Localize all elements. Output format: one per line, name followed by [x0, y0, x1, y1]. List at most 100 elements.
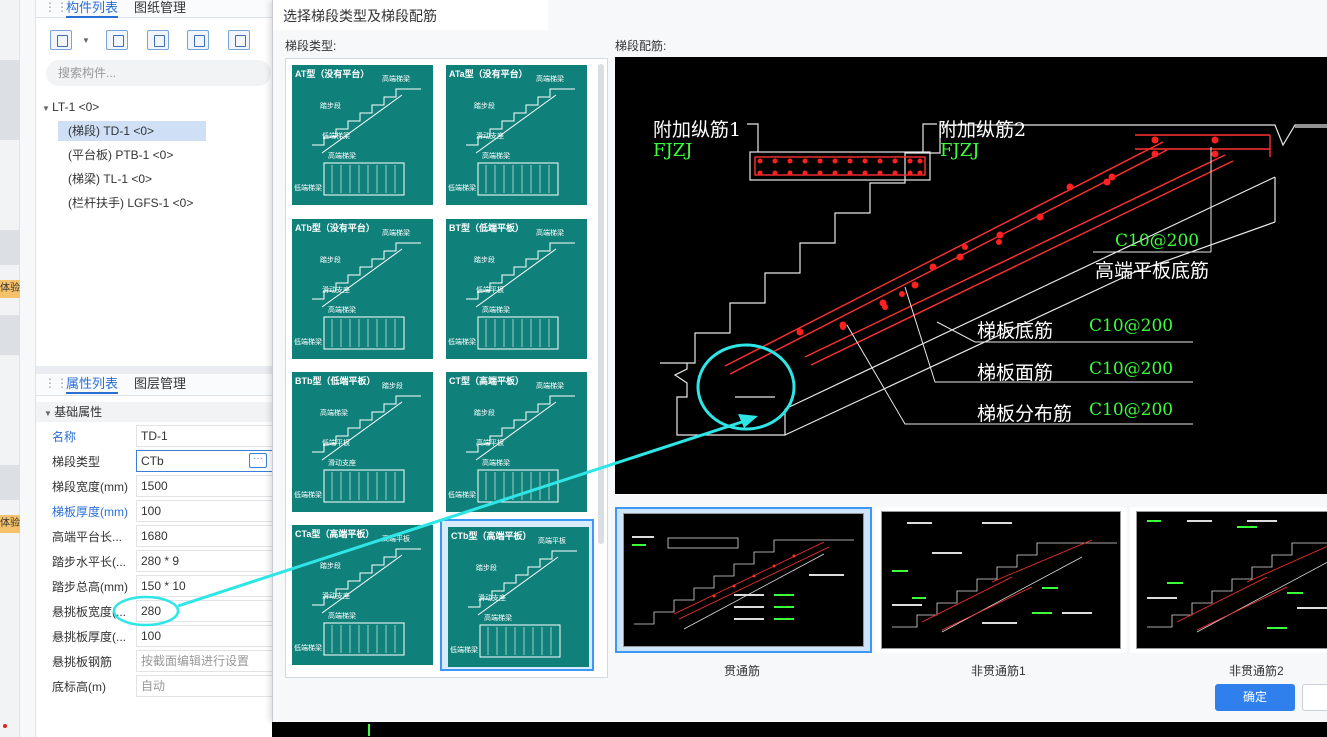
bottom-rebar-label: 梯板底筋	[977, 320, 1054, 342]
rebar-option-non-through-2[interactable]	[1130, 507, 1327, 653]
strip-block	[0, 465, 20, 500]
stair-diagram-label: 高端梯梁	[536, 230, 564, 237]
thumb-drawing	[1147, 520, 1327, 633]
thumbnail-drawing	[623, 513, 864, 647]
property-row: 梯段宽度(mm) 1500	[36, 474, 276, 499]
rebar-option-non-through-1[interactable]	[875, 507, 1127, 653]
thumb-drawing	[632, 536, 854, 630]
ok-button[interactable]: 确定	[1215, 684, 1295, 711]
stair-type-card: CT型（高端平板） 高端梯梁 踏步段 高端平板 高端梯梁 低端梯梁	[446, 372, 587, 512]
top-rebar-code: C10@200	[1089, 359, 1174, 379]
high-platform-label: 高端平板底筋	[1095, 260, 1210, 282]
stair-type-option[interactable]: ATa型（没有平台） 高端梯梁 踏步段 滑动支座 高端梯梁 低端梯梁	[440, 59, 594, 211]
stair-diagram-label: 低端梯梁	[294, 492, 322, 499]
stair-diagram-label: 滑动支座	[322, 287, 350, 294]
axis-marker	[368, 724, 370, 736]
stair-diagram-label: 踏步段	[476, 565, 497, 572]
stair-type-list: AT型（没有平台） 高端梯梁 踏步段 低端梯梁 高端梯梁 低端梯梁 ATa型（没有平台） 高端…	[285, 58, 608, 678]
stair-diagram-label: 高端梯梁	[382, 76, 410, 83]
stair-type-label: 梯段类型:	[285, 39, 337, 53]
property-value[interactable]: 按截面编辑进行设置	[136, 650, 276, 672]
stair-diagram-label: 踏步段	[474, 410, 495, 417]
property-value[interactable]: 100	[136, 625, 276, 647]
chevron-down-icon[interactable]: ▼	[82, 36, 90, 45]
bottom-rebar-code: C10@200	[1089, 316, 1174, 336]
stair-type-option[interactable]: BTb型（低端平板） 踏步段 高端梯梁 低端平板 滑动支座 低端梯梁	[286, 366, 440, 518]
tree-item-stair-segment[interactable]: (梯段) TD-1 <0>	[58, 121, 206, 141]
collapse-arrow-icon[interactable]: ▼	[42, 104, 52, 113]
property-value[interactable]: 1680	[136, 525, 276, 547]
trial-badge[interactable]: 体验	[0, 280, 20, 298]
copy-component-button[interactable]	[106, 30, 128, 50]
stair-diagram-label: 高端梯梁	[484, 615, 512, 622]
stair-type-option[interactable]: CT型（高端平板） 高端梯梁 踏步段 高端平板 高端梯梁 低端梯梁	[440, 366, 594, 518]
stair-diagram-label: 踏步段	[320, 257, 341, 264]
tree-root[interactable]: ▼ LT-1 <0>	[42, 97, 99, 117]
stair-type-option[interactable]: AT型（没有平台） 高端梯梁 踏步段 低端梯梁 高端梯梁 低端梯梁	[286, 59, 440, 211]
stair-type-card: ATa型（没有平台） 高端梯梁 踏步段 滑动支座 高端梯梁 低端梯梁	[446, 65, 587, 205]
rebar-label: 梯段配筋:	[615, 39, 667, 53]
stair-type-option[interactable]: BT型（低端平板） 高端梯梁 踏步段 低端平板 高端梯梁 低端梯梁	[440, 213, 594, 365]
property-value[interactable]: 100	[136, 500, 276, 522]
stair-type-card: CTb型（高端平板） 高端平板 踏步段 滑动支座 高端梯梁 低端梯梁	[448, 527, 589, 667]
property-value[interactable]: 自动	[136, 675, 276, 697]
tree-item-railing[interactable]: (栏杆扶手) LGFS-1 <0>	[68, 193, 193, 213]
trial-badge[interactable]: 体验	[0, 515, 20, 533]
search-input[interactable]: 搜索构件...	[46, 60, 271, 86]
property-label: 梯段宽度(mm)	[52, 480, 128, 494]
stair-diagram-label: 踏步段	[320, 563, 341, 570]
drag-grip-icon[interactable]: ⋮⋮	[44, 0, 68, 14]
stair-diagram-label: 高端平板	[476, 440, 504, 447]
stair-diagram-label: 低端梯梁	[294, 339, 322, 346]
collapse-arrow-icon[interactable]: ▼	[44, 409, 54, 418]
thumbnail-drawing	[881, 511, 1121, 649]
additional-rebar-2-label: 附加纵筋2	[938, 119, 1027, 141]
property-value[interactable]: 1500	[136, 475, 276, 497]
tab-component-list[interactable]: 构件列表	[66, 0, 119, 18]
property-label: 悬挑板厚度(...	[52, 630, 126, 644]
duplicate-button[interactable]	[187, 30, 209, 50]
property-value[interactable]: TD-1	[136, 425, 276, 447]
stair-diagram-label: 踏步段	[382, 383, 403, 390]
thumbnail-drawing	[1136, 511, 1327, 649]
property-label: 梯板厚度(mm)	[52, 505, 128, 519]
property-row: 悬挑板宽度(... 280	[36, 599, 276, 624]
stair-type-option[interactable]: ATb型（没有平台） 高端梯梁 踏步段 滑动支座 高端梯梁 低端梯梁	[286, 213, 440, 365]
distribution-rebar-code: C10@200	[1089, 400, 1174, 420]
stair-diagram-label: 高端梯梁	[328, 307, 356, 314]
tab-layer-management[interactable]: 图层管理	[134, 376, 186, 394]
strip-block	[0, 230, 20, 265]
property-value[interactable]: 150 * 10	[136, 575, 276, 597]
stair-diagram-label: 低端梯梁	[448, 492, 476, 499]
tab-property-list[interactable]: 属性列表	[66, 376, 119, 394]
stair-diagram-label: 低端梯梁	[450, 647, 478, 654]
drag-grip-icon[interactable]: ⋮⋮	[44, 376, 68, 390]
thumb-label-non-through-2: 非贯通筋2	[1229, 664, 1284, 678]
cancel-button[interactable]	[1302, 684, 1327, 711]
stair-type-option[interactable]: CTb型（高端平板） 高端平板 踏步段 滑动支座 高端梯梁 低端梯梁	[440, 519, 594, 671]
rebar-preview: 附加纵筋1 FJZJ 附加纵筋2 FJZJ C10@200 高端平板底筋 梯板底…	[615, 57, 1327, 494]
ellipsis-button[interactable]: ···	[249, 453, 267, 468]
delete-button[interactable]	[147, 30, 169, 50]
layer-copy-button[interactable]	[228, 30, 250, 50]
property-value[interactable]: 280 * 9	[136, 550, 276, 572]
rebar-option-through[interactable]	[615, 507, 872, 653]
tree-item-beam[interactable]: (梯梁) TL-1 <0>	[68, 169, 152, 189]
additional-rebar-2-code: FJZJ	[940, 140, 980, 161]
stair-type-field[interactable]: CTb ···	[136, 450, 276, 472]
property-row: 踏步总高(mm) 150 * 10	[36, 574, 276, 599]
high-platform-code: C10@200	[1115, 231, 1200, 251]
stair-diagram-label: 滑动支座	[322, 593, 350, 600]
stair-type-option[interactable]: CTa型（高端平板） 高端平板 踏步段 滑动支座 高端梯梁 低端梯梁	[286, 519, 440, 671]
additional-rebar-1-code: FJZJ	[653, 140, 693, 161]
new-component-button[interactable]	[50, 30, 72, 50]
tree-item-platform[interactable]: (平台板) PTB-1 <0>	[68, 145, 173, 165]
property-row: 名称 TD-1	[36, 424, 276, 449]
property-value[interactable]: 280	[136, 600, 276, 622]
type-list-scrollbar[interactable]	[598, 64, 604, 544]
stair-type-card: CTa型（高端平板） 高端平板 踏步段 滑动支座 高端梯梁 低端梯梁	[292, 525, 433, 665]
tab-drawing-management[interactable]: 图纸管理	[134, 0, 186, 18]
stair-diagram-label: 高端梯梁	[482, 460, 510, 467]
section-header-basic[interactable]: ▼ 基础属性	[36, 402, 276, 422]
stair-diagram-label: 高端梯梁	[536, 383, 564, 390]
